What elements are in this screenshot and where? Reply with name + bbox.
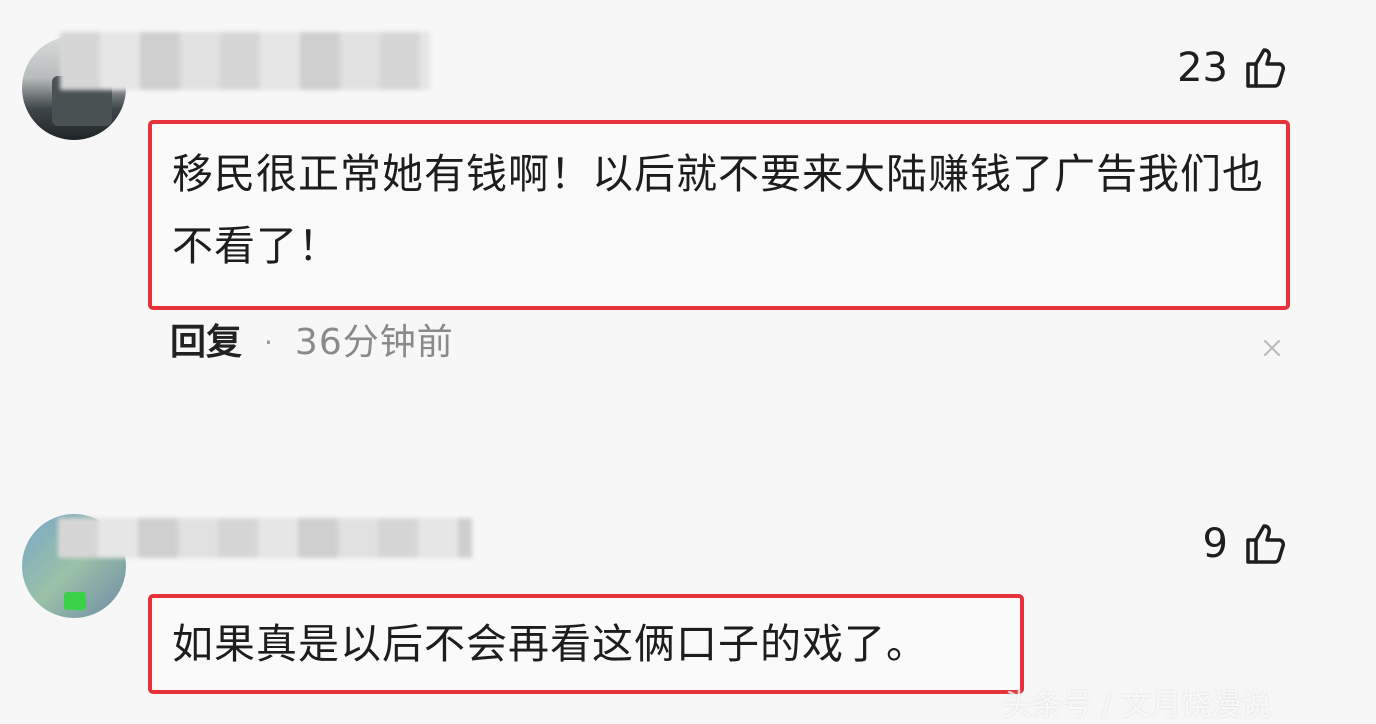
like-count: 23 [1177,45,1228,91]
comment-timestamp: 36分钟前 [294,322,454,363]
thumbs-up-icon[interactable] [1242,44,1290,92]
comment-meta: 回复 · 36分钟前 [170,318,454,368]
like-button[interactable]: 23 [1177,44,1290,92]
close-icon[interactable] [1260,336,1284,360]
like-count: 9 [1202,521,1228,567]
username-blurred [58,518,472,558]
meta-separator: · [264,326,273,359]
reply-button[interactable]: 回复 [170,318,242,368]
comment-highlight-box: 移民很正常她有钱啊！以后就不要来大陆赚钱了广告我们也不看了！ [148,120,1290,310]
watermark: 头条号 / 文月饶漫说 [1002,688,1272,723]
comment-highlight-box: 如果真是以后不会再看这俩口子的戏了。 [148,594,1024,694]
like-button[interactable]: 9 [1203,520,1290,568]
username-blurred [60,32,430,90]
comment-text: 如果真是以后不会再看这俩口子的戏了。 [172,620,928,668]
thumbs-up-icon[interactable] [1242,520,1290,568]
avatar-image-detail [64,592,86,610]
comment-text: 移民很正常她有钱啊！以后就不要来大陆赚钱了广告我们也不看了！ [172,150,1264,270]
